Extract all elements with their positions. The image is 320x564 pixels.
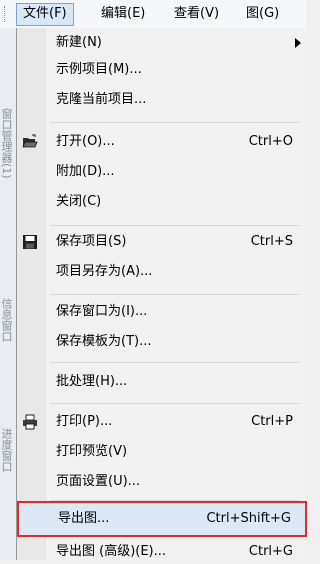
menu-item-label: 保存模板为(T)...	[56, 334, 152, 349]
menu-item-save-project-as[interactable]: 项目另存为(A)...	[17, 260, 307, 284]
menu-item-label: 新建(N)	[56, 35, 102, 50]
menu-item-print-preview[interactable]: 打印预览(V)	[17, 440, 307, 464]
dock-tab-project-explorer[interactable]: 窗口管理器(1)	[1, 108, 14, 238]
menu-item-new[interactable]: 新建(N)	[17, 31, 307, 55]
toolbar-grip[interactable]	[4, 6, 7, 22]
menu-view[interactable]: 查看(V)	[168, 3, 225, 24]
menu-item-save-window-as[interactable]: 保存窗口为(I)...	[17, 300, 307, 324]
menu-item-label: 打开(O)...	[56, 134, 115, 149]
menu-item-label: 导出图...	[58, 511, 110, 526]
shortcut-label: Ctrl+S	[250, 234, 293, 249]
menu-item-label: 示例项目(M)...	[56, 62, 142, 77]
left-dock-strip: 窗口管理器(1) 信息窗口 进度窗口	[0, 28, 17, 560]
open-folder-icon	[22, 134, 38, 150]
menu-item-label: 关闭(C)	[56, 194, 102, 209]
menu-edit[interactable]: 编辑(E)	[95, 3, 151, 24]
menu-item-label: 克隆当前项目...	[56, 92, 147, 107]
menu-item-close[interactable]: 关闭(C)	[17, 190, 307, 214]
menu-item-export-graph[interactable]: 导出图... Ctrl+Shift+G	[17, 501, 307, 537]
menu-item-sample-projects[interactable]: 示例项目(M)...	[17, 58, 307, 82]
menu-separator	[50, 225, 300, 226]
menu-item-label: 保存项目(S)	[56, 234, 127, 249]
menu-graph[interactable]: 图(G)	[240, 3, 285, 24]
menu-item-save-template-as[interactable]: 保存模板为(T)...	[17, 330, 307, 354]
menu-item-batch-processing[interactable]: 批处理(H)...	[17, 370, 307, 394]
menu-item-append[interactable]: 附加(D)...	[17, 160, 307, 184]
printer-icon	[22, 414, 38, 430]
menu-separator	[50, 403, 300, 404]
submenu-arrow-icon	[295, 38, 301, 48]
menu-separator	[50, 362, 300, 363]
menu-item-save-project[interactable]: 保存项目(S) Ctrl+S	[17, 230, 307, 254]
shortcut-label: Ctrl+O	[248, 134, 293, 149]
menu-item-clone-project[interactable]: 克隆当前项目...	[17, 88, 307, 112]
menu-item-label: 批处理(H)...	[56, 374, 128, 389]
menu-item-label: 打印(P)...	[56, 414, 113, 429]
shortcut-label: Ctrl+P	[251, 414, 293, 429]
file-menu-dropdown: 新建(N) 示例项目(M)... 克隆当前项目... 打开(O)... Ctrl…	[16, 28, 307, 560]
menu-bar: 文件(F) 编辑(E) 查看(V) 图(G)	[0, 0, 306, 29]
menu-item-label: 附加(D)...	[56, 164, 115, 179]
save-disk-icon	[22, 234, 38, 250]
menu-item-label: 项目另存为(A)...	[56, 264, 153, 279]
menu-item-export-graph-advanced[interactable]: 导出图 (高级)(E)... Ctrl+G	[17, 540, 307, 564]
menu-item-label: 保存窗口为(I)...	[56, 304, 148, 319]
menu-file[interactable]: 文件(F)	[16, 3, 74, 26]
menu-item-label: 打印预览(V)	[56, 444, 128, 459]
menu-separator	[50, 294, 300, 295]
menu-item-open[interactable]: 打开(O)... Ctrl+O	[17, 130, 307, 154]
menu-separator	[50, 122, 300, 123]
shortcut-label: Ctrl+Shift+G	[206, 511, 291, 526]
dock-tab-messages[interactable]: 信息窗口	[1, 298, 14, 398]
menu-item-label: 页面设置(U)...	[56, 474, 141, 489]
menu-item-page-setup[interactable]: 页面设置(U)...	[17, 470, 307, 494]
shortcut-label: Ctrl+G	[248, 544, 293, 559]
menu-item-print[interactable]: 打印(P)... Ctrl+P	[17, 410, 307, 434]
dock-tab-progress[interactable]: 进度窗口	[1, 428, 14, 538]
menu-item-label: 导出图 (高级)(E)...	[56, 544, 167, 559]
